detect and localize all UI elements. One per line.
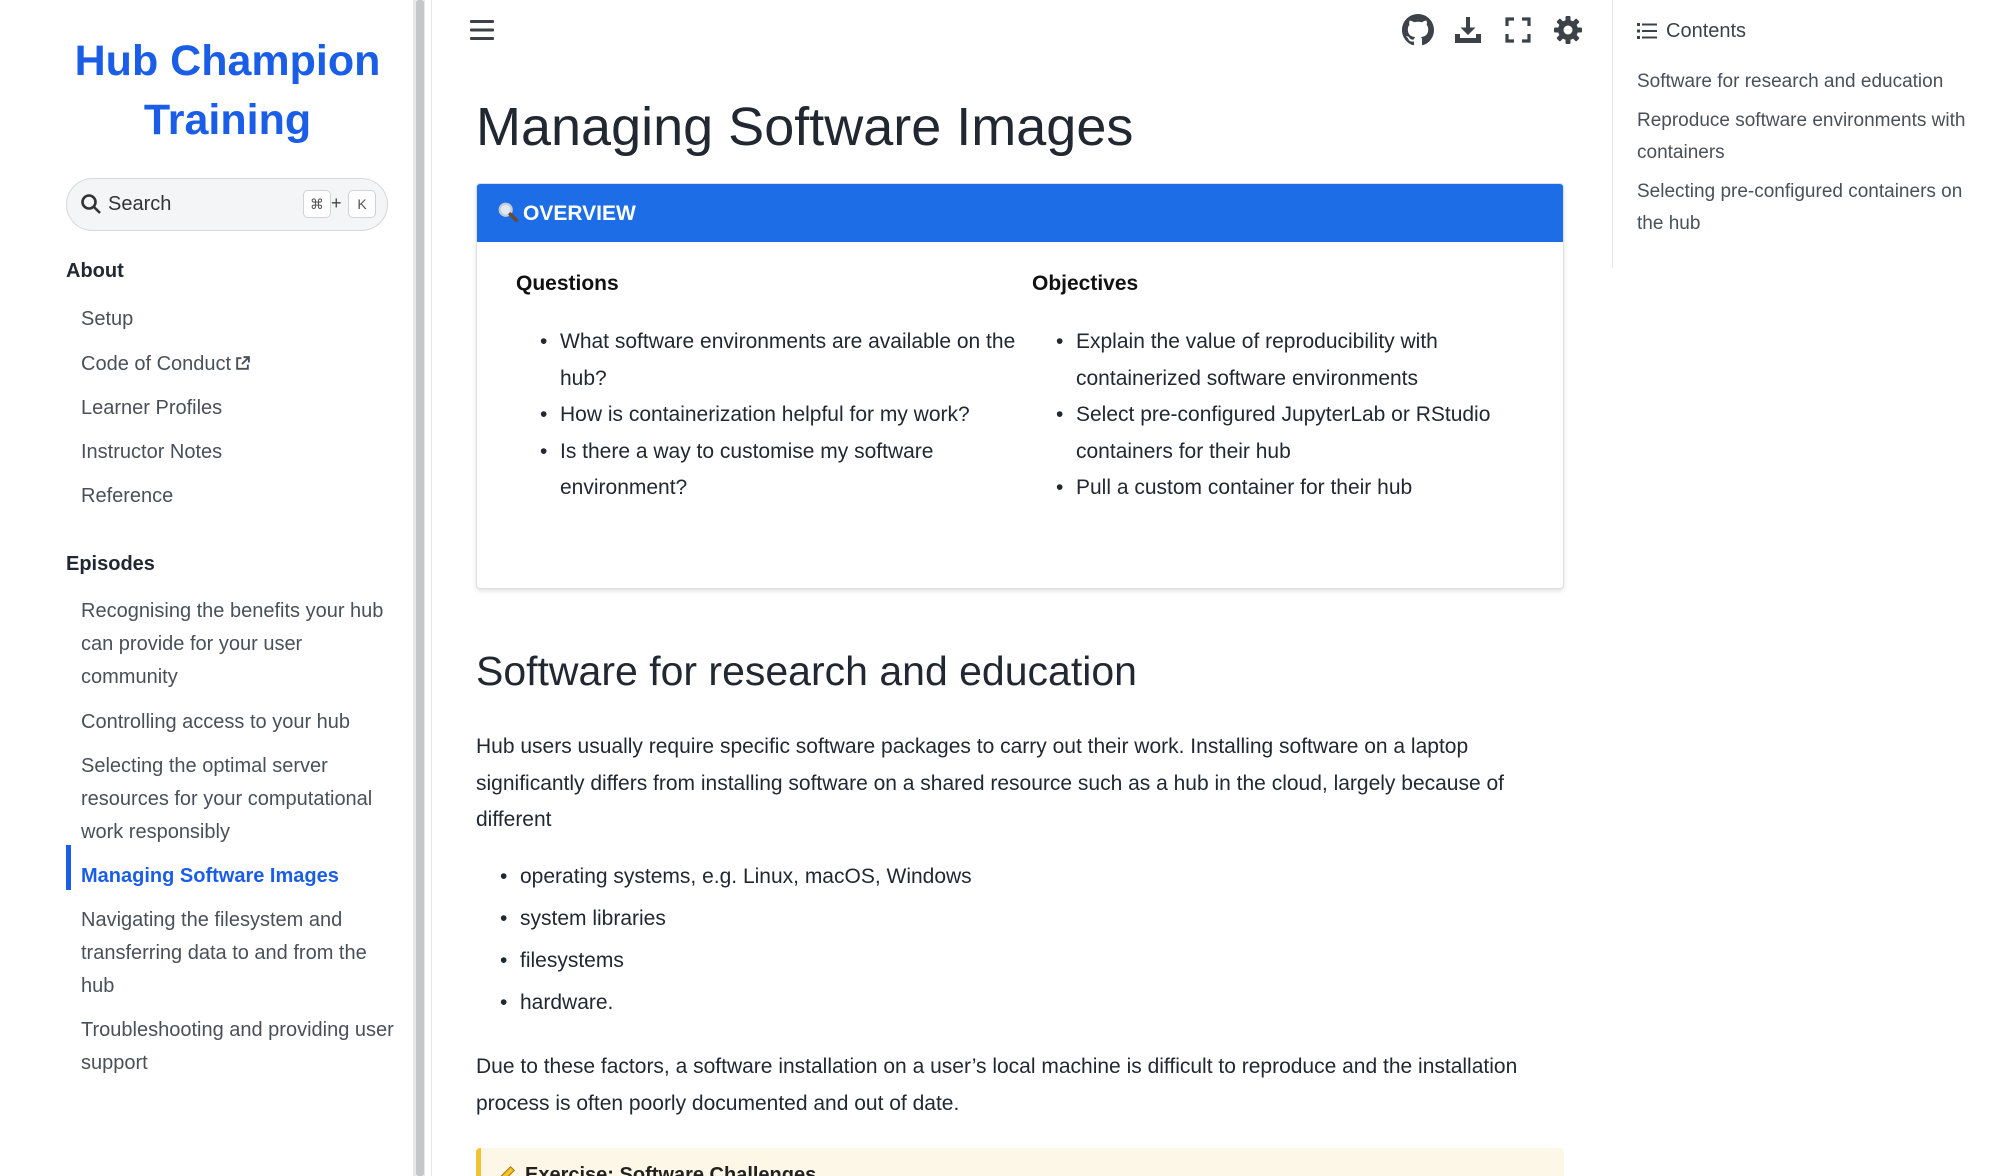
toc-item-software-research[interactable]: Software for research and education bbox=[1637, 66, 1982, 98]
menu-icon[interactable] bbox=[466, 14, 498, 46]
pencil-icon bbox=[500, 1165, 516, 1176]
sidebar: Hub Champion Training Search ⌘ + K About… bbox=[0, 0, 410, 1176]
github-icon[interactable] bbox=[1402, 14, 1434, 46]
page-title: Managing Software Images bbox=[476, 97, 1134, 157]
questions-column: Questions What software environments are… bbox=[516, 272, 1016, 507]
sidebar-item-recognising-benefits[interactable]: Recognising the benefits your hub can pr… bbox=[81, 595, 396, 694]
nav-caption-about: About bbox=[66, 260, 124, 282]
toc-heading: Contents bbox=[1666, 20, 1747, 42]
magnifier-icon bbox=[498, 202, 519, 223]
objectives-heading: Objectives bbox=[1032, 272, 1139, 295]
sidebar-item-setup[interactable]: Setup bbox=[81, 303, 396, 336]
objectives-column: Objectives Explain the value of reproduc… bbox=[1032, 272, 1532, 507]
site-logo[interactable]: Hub Champion Training bbox=[30, 32, 425, 150]
list-icon bbox=[1637, 23, 1657, 39]
sidebar-item-navigating-filesystem[interactable]: Navigating the filesystem and transferri… bbox=[81, 904, 396, 1003]
search-icon bbox=[81, 194, 101, 214]
active-indicator bbox=[66, 845, 71, 890]
sidebar-scrollbar-thumb[interactable] bbox=[416, 0, 424, 1176]
conclusion-paragraph: Due to these factors, a software install… bbox=[476, 1055, 1518, 1115]
factors-list: operating systems, e.g. Linux, macOS, Wi… bbox=[476, 856, 972, 1024]
intro-paragraph: Hub users usually require specific softw… bbox=[476, 735, 1505, 831]
exercise-title: Exercise: Software Challenges bbox=[525, 1164, 817, 1176]
sidebar-item-label: Code of Conduct bbox=[81, 353, 232, 375]
sidebar-divider bbox=[431, 0, 432, 1176]
shortcut-key-command: ⌘ bbox=[303, 190, 331, 218]
toc-item-selecting-containers[interactable]: Selecting pre-configured containers on t… bbox=[1637, 176, 1982, 240]
objective-item: Explain the value of reproducibility wit… bbox=[1032, 324, 1532, 397]
toc-divider bbox=[1612, 0, 1613, 268]
question-item: Is there a way to customise my software … bbox=[516, 434, 1016, 507]
question-item: What software environments are available… bbox=[516, 324, 1016, 397]
list-item: hardware. bbox=[476, 982, 972, 1024]
sidebar-item-server-resources[interactable]: Selecting the optimal server resources f… bbox=[81, 750, 396, 849]
question-item: How is containerization helpful for my w… bbox=[516, 397, 1016, 434]
external-link-icon bbox=[236, 356, 250, 370]
search-button[interactable]: Search ⌘ + K bbox=[66, 178, 388, 231]
theme-toggle-icon[interactable] bbox=[1552, 14, 1584, 46]
exercise-box: Exercise: Software Challenges bbox=[476, 1148, 1564, 1176]
overview-header: OVERVIEW bbox=[477, 184, 1563, 242]
list-item: system libraries bbox=[476, 898, 972, 940]
section-heading: Software for research and education bbox=[476, 648, 1137, 694]
toc-item-reproduce-environments[interactable]: Reproduce software environments with con… bbox=[1637, 105, 1982, 169]
objective-item: Select pre-configured JupyterLab or RStu… bbox=[1032, 397, 1532, 470]
list-item: filesystems bbox=[476, 940, 972, 982]
sidebar-item-learner-profiles[interactable]: Learner Profiles bbox=[81, 392, 396, 425]
list-item: operating systems, e.g. Linux, macOS, Wi… bbox=[476, 856, 972, 898]
sidebar-item-instructor-notes[interactable]: Instructor Notes bbox=[81, 436, 396, 469]
questions-list: What software environments are available… bbox=[516, 324, 1016, 507]
search-label: Search bbox=[108, 193, 172, 215]
sidebar-item-code-of-conduct[interactable]: Code of Conduct bbox=[81, 348, 396, 381]
shortcut-key-k: K bbox=[348, 190, 376, 218]
sidebar-item-managing-software-images[interactable]: Managing Software Images bbox=[81, 860, 396, 893]
sidebar-item-reference[interactable]: Reference bbox=[81, 480, 396, 513]
sidebar-item-controlling-access[interactable]: Controlling access to your hub bbox=[81, 706, 396, 739]
overview-label: OVERVIEW bbox=[523, 202, 636, 225]
overview-box: OVERVIEW Questions What software environ… bbox=[476, 183, 1564, 589]
toc-header: Contents bbox=[1637, 20, 1746, 43]
download-icon[interactable] bbox=[1452, 14, 1484, 46]
nav-caption-episodes: Episodes bbox=[66, 553, 155, 575]
shortcut-plus: + bbox=[331, 193, 342, 213]
sidebar-item-troubleshooting[interactable]: Troubleshooting and providing user suppo… bbox=[81, 1014, 396, 1080]
questions-heading: Questions bbox=[516, 272, 619, 295]
objective-item: Pull a custom container for their hub bbox=[1032, 470, 1532, 507]
fullscreen-icon[interactable] bbox=[1502, 14, 1534, 46]
objectives-list: Explain the value of reproducibility wit… bbox=[1032, 324, 1532, 507]
